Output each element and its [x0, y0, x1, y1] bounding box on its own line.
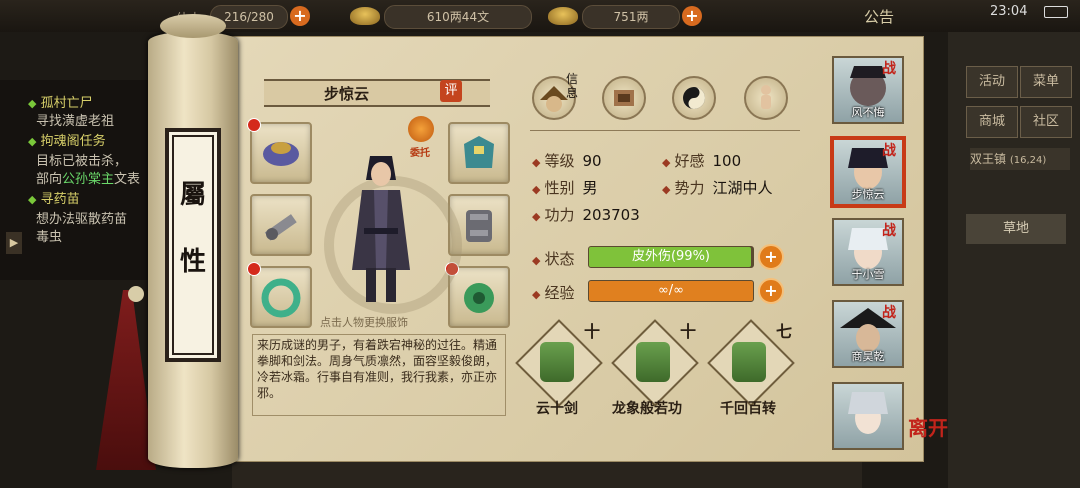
scroll-bag-icon: [614, 90, 634, 106]
stat-state-label: ◆ 状态: [532, 250, 575, 268]
community-button[interactable]: 社区: [1020, 106, 1072, 138]
quest-desc-3b: 毒虫: [36, 230, 63, 245]
skill-name-1: 云十剑: [536, 401, 578, 417]
tab-info-label: 信息: [566, 72, 579, 100]
skill-level-1: 十: [584, 322, 601, 341]
location-label: 双王镇 (16,24): [970, 148, 1070, 170]
scroll-title-plaque: 屬 性: [165, 128, 221, 362]
equip-slot-armor[interactable]: [448, 122, 510, 184]
quest-title-1[interactable]: ◆ 孤村亡尸: [28, 92, 93, 111]
equip-slot-ring[interactable]: [250, 266, 312, 328]
skill-level-2: 十: [680, 322, 697, 341]
scroll-tassel: [96, 290, 156, 470]
stat-gender: ◆ 性别男: [532, 179, 598, 197]
scroll-title-char-1: 屬: [179, 180, 206, 210]
review-button[interactable]: 评: [440, 80, 462, 102]
battle-tag: 战: [882, 223, 896, 239]
yin-yang-icon: [683, 87, 705, 109]
health-bar: 皮外伤(99%): [588, 246, 754, 268]
quest-desc-1: 寻找潢虚老祖: [36, 114, 115, 129]
quest-desc-2: 目标已被击杀，: [36, 154, 128, 169]
shop-button[interactable]: 商城: [966, 106, 1018, 138]
terrain-label: 草地: [966, 214, 1066, 244]
exp-text: ∞/∞: [657, 283, 685, 298]
equip-slot-hat[interactable]: [250, 122, 312, 184]
skill-level-3: 七: [776, 322, 793, 341]
leave-button[interactable]: 离开: [908, 412, 948, 441]
tab-bagua[interactable]: [672, 76, 716, 120]
quest-desc-2b: 部向公孙棠主文表: [36, 172, 141, 187]
character-name: 步惊云: [324, 85, 370, 103]
clock: 23:04: [990, 4, 1028, 19]
add-stamina-button[interactable]: +: [290, 6, 310, 26]
sword-manual-icon: [540, 342, 574, 382]
quest-title-2[interactable]: ◆ 拘魂阁任务: [28, 130, 106, 149]
skill-name-2: 龙象般若功: [612, 401, 682, 417]
silver-icon: [350, 7, 380, 25]
tassel-bead: [128, 286, 144, 302]
exp-bar: ∞/∞: [588, 280, 754, 302]
entrust-icon[interactable]: [408, 116, 434, 142]
stat-power: ◆ 功力 203703: [532, 206, 640, 224]
hat-icon: [263, 142, 299, 166]
stat-level: ◆ 等级 90: [532, 152, 602, 170]
jade-ring-icon: [261, 278, 301, 318]
battery-icon: [1044, 6, 1068, 18]
equip-slot-weapon[interactable]: [250, 194, 312, 256]
quest-desc-3: 想办法驱散药苗: [36, 212, 128, 227]
new-item-dot: [247, 118, 261, 132]
character-portrait[interactable]: [340, 150, 422, 308]
scroll-roller-cap: [160, 14, 226, 38]
quest-title-3[interactable]: ◆ 寻药苗: [28, 188, 80, 207]
character-biography: 来历成谜的男子，有着跌宕神秘的过往。精通拳脚和剑法。周身气质凛然，面容坚毅俊朗，…: [252, 334, 506, 416]
scroll-title-char-2: 性: [179, 247, 206, 277]
movement-manual-icon: [732, 342, 766, 382]
stat-favor: ◆ 好感 100: [662, 152, 742, 170]
body-figure-icon: [761, 85, 771, 109]
martial-manual-icon: [636, 342, 670, 382]
stat-faction: ◆ 势力 江湖中人: [662, 179, 773, 197]
battle-tag: 战: [882, 143, 896, 159]
battle-tag: 战: [882, 305, 896, 321]
equip-slot-accessory[interactable]: [448, 266, 510, 328]
add-exp-button[interactable]: +: [758, 278, 784, 304]
menu-button[interactable]: 菜单: [1020, 66, 1072, 98]
battle-tag: 战: [882, 61, 896, 77]
skill-name-3: 千回百转: [720, 401, 776, 417]
activity-button[interactable]: 活动: [966, 66, 1018, 98]
change-outfit-hint: 点击人物更换服饰: [320, 316, 408, 329]
expand-arrow-icon[interactable]: ▶: [6, 232, 22, 254]
health-text: 皮外伤(99%): [631, 249, 711, 264]
weapon-icon: [264, 214, 297, 241]
armor-icon: [464, 136, 494, 168]
divider: [530, 130, 800, 131]
gold-value: 751两: [582, 5, 680, 29]
right-side-panel: [948, 32, 1080, 488]
notice-button[interactable]: 公告: [864, 6, 894, 27]
tab-meridians[interactable]: [744, 76, 788, 120]
new-item-dot: [247, 262, 261, 276]
tab-items[interactable]: [602, 76, 646, 120]
stat-exp-label: ◆ 经验: [532, 284, 575, 302]
add-gold-button[interactable]: +: [682, 6, 702, 26]
gold-ingot-icon: [548, 7, 578, 25]
portrait-avatar: [848, 392, 888, 434]
party-member-5[interactable]: [832, 382, 904, 450]
money-value: 610两44文: [384, 5, 532, 29]
heal-button[interactable]: +: [758, 244, 784, 270]
jade-pendant-icon: [464, 283, 494, 313]
